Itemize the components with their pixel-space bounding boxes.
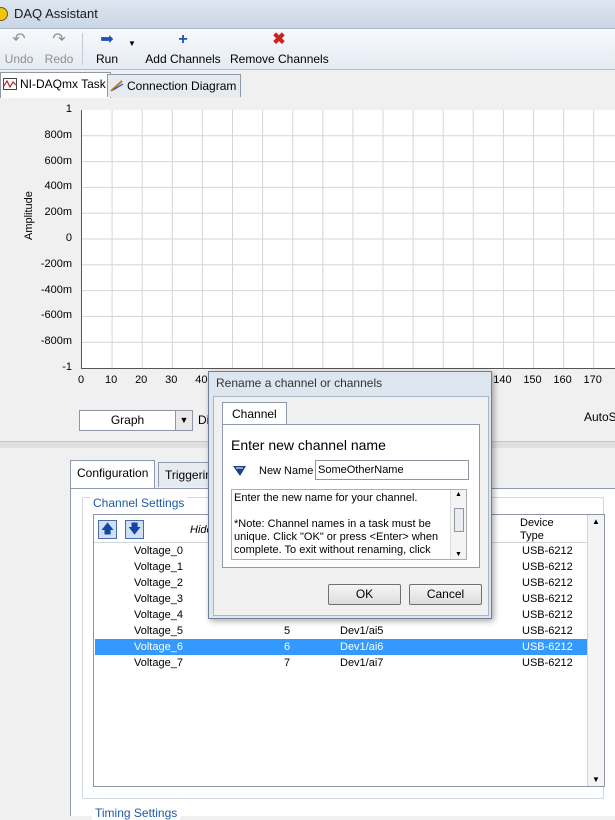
y-tick-label: 1 bbox=[65, 103, 72, 115]
device-type-cell: USB-6212 bbox=[522, 609, 573, 621]
x-tick-label: 30 bbox=[165, 374, 178, 386]
graph-gridlines bbox=[82, 110, 615, 368]
tab-connection-diagram[interactable]: Connection Diagram bbox=[107, 74, 242, 97]
device-type-cell: USB-6212 bbox=[522, 545, 573, 557]
y-tick-label: 600m bbox=[44, 154, 72, 167]
channel-name-cell: Voltage_2 bbox=[134, 577, 183, 589]
new-name-input[interactable]: SomeOtherName bbox=[315, 460, 469, 480]
window-title: DAQ Assistant bbox=[14, 6, 98, 21]
channel-row[interactable]: Voltage_6 6 Dev1/ai6 USB-6212 bbox=[95, 639, 587, 655]
scroll-up-icon[interactable]: ▲ bbox=[451, 491, 466, 498]
redo-icon: ↷ bbox=[52, 31, 66, 48]
y-tick-label: -1 bbox=[62, 361, 72, 373]
device-type-cell: USB-6212 bbox=[522, 641, 573, 653]
y-tick-label: -200m bbox=[40, 257, 72, 270]
x-tick-label: 20 bbox=[135, 374, 148, 386]
channel-number-cell: 6 bbox=[284, 641, 291, 653]
channel-name-cell: Voltage_0 bbox=[134, 545, 183, 557]
channel-name-cell: Voltage_4 bbox=[134, 609, 183, 621]
y-tick-label: 800m bbox=[44, 128, 72, 141]
ok-button[interactable]: OK bbox=[328, 584, 401, 605]
channel-name-cell: Voltage_5 bbox=[134, 625, 183, 637]
timing-settings-caption: Timing Settings bbox=[92, 806, 181, 820]
title-bar: DAQ Assistant bbox=[0, 0, 615, 29]
device-type-cell: USB-6212 bbox=[522, 593, 573, 605]
redo-button[interactable]: ↷ Redo bbox=[42, 31, 76, 66]
toolbar-separator bbox=[82, 33, 83, 65]
scroll-down-icon[interactable]: ▼ bbox=[451, 551, 466, 558]
scroll-up-icon[interactable]: ▲ bbox=[588, 517, 604, 526]
device-type-cell: USB-6212 bbox=[522, 657, 573, 669]
remove-x-icon: ✖ bbox=[272, 31, 286, 48]
chevron-down-icon: ▼ bbox=[128, 39, 136, 48]
y-tick-label: -400m bbox=[40, 283, 72, 296]
run-arrow-icon: ➡ bbox=[100, 31, 114, 48]
app-icon bbox=[0, 7, 8, 21]
physical-channel-cell: Dev1/ai5 bbox=[340, 625, 384, 637]
cancel-button[interactable]: Cancel bbox=[409, 584, 482, 605]
channel-name-cell: Voltage_3 bbox=[134, 593, 183, 605]
dialog-heading: Enter new channel name bbox=[231, 437, 386, 453]
description-scrollbar[interactable]: ▲ ▼ bbox=[450, 490, 466, 559]
channel-table-scrollbar[interactable]: ▲ ▼ bbox=[587, 515, 604, 786]
y-axis-label: Amplitude bbox=[23, 191, 35, 240]
x-tick-label: 150 bbox=[523, 374, 542, 386]
y-tick-label: -800m bbox=[40, 335, 72, 348]
new-name-label: New Name bbox=[259, 465, 314, 477]
remove-channels-button[interactable]: ✖ Remove Channels bbox=[230, 31, 329, 66]
task-icon bbox=[3, 78, 17, 90]
dialog-description-text: Enter the new name for your channel. *No… bbox=[234, 492, 439, 556]
channel-name-cell: Voltage_6 bbox=[134, 641, 183, 653]
channel-number-cell: 5 bbox=[284, 625, 291, 637]
dialog-title[interactable]: Rename a channel or channels bbox=[209, 372, 498, 394]
add-channels-button[interactable]: + Add Channels bbox=[145, 31, 221, 66]
channel-row[interactable]: Voltage_7 7 Dev1/ai7 USB-6212 bbox=[95, 655, 587, 671]
x-tick-label: 10 bbox=[104, 374, 118, 386]
channel-name-cell: Voltage_1 bbox=[134, 561, 183, 573]
physical-channel-cell: Dev1/ai7 bbox=[340, 657, 384, 669]
rename-channel-dialog: Rename a channel or channels Channel Ent… bbox=[208, 371, 492, 619]
dialog-description-box: Enter the new name for your channel. *No… bbox=[231, 489, 467, 560]
tab-configuration[interactable]: Configuration bbox=[70, 460, 156, 488]
run-dropdown-button[interactable]: ▼ bbox=[126, 39, 138, 48]
channel-row[interactable]: Voltage_5 5 Dev1/ai5 USB-6212 bbox=[95, 623, 587, 639]
x-tick-label: 170 bbox=[583, 374, 602, 386]
waveform-graph-plot-area[interactable] bbox=[81, 110, 615, 369]
device-type-cell: USB-6212 bbox=[522, 625, 573, 637]
x-tick-label: 0 bbox=[77, 374, 85, 386]
arrow-up-icon: 🡅 bbox=[100, 521, 115, 536]
x-tick-label: 160 bbox=[553, 374, 572, 386]
channel-name-icon bbox=[233, 466, 246, 476]
undo-icon: ↶ bbox=[12, 31, 26, 48]
tab-channel[interactable]: Channel bbox=[222, 402, 287, 425]
arrow-down-icon: 🡇 bbox=[127, 521, 142, 536]
device-type-cell: USB-6212 bbox=[522, 561, 573, 573]
channel-name-cell: Voltage_7 bbox=[134, 657, 183, 669]
physical-channel-cell: Dev1/ai6 bbox=[340, 641, 384, 653]
move-down-button[interactable]: 🡇 bbox=[125, 520, 144, 539]
tab-nidaqmx-task[interactable]: NI-DAQmx Task bbox=[0, 72, 111, 98]
channel-tab-panel: Enter new channel name New Name SomeOthe… bbox=[222, 424, 480, 568]
run-button[interactable]: ➡ Run bbox=[92, 31, 122, 66]
device-type-column-header[interactable]: Device Type bbox=[520, 517, 554, 543]
y-tick-label: 400m bbox=[44, 180, 72, 193]
scroll-thumb[interactable] bbox=[454, 508, 464, 532]
move-up-button[interactable]: 🡅 bbox=[98, 520, 117, 539]
connection-diagram-icon bbox=[110, 80, 124, 92]
scroll-down-icon[interactable]: ▼ bbox=[588, 775, 604, 784]
channel-number-cell: 7 bbox=[284, 657, 291, 669]
y-tick-label: 0 bbox=[65, 232, 72, 244]
toolbar: ↶ Undo ↷ Redo ➡ Run ▼ + Add Channels ✖ R… bbox=[0, 29, 615, 70]
device-type-cell: USB-6212 bbox=[522, 577, 573, 589]
y-tick-label: -600m bbox=[40, 309, 72, 322]
dialog-body: Channel Enter new channel name New Name … bbox=[213, 396, 489, 616]
y-tick-label: 200m bbox=[44, 206, 72, 219]
chevron-down-icon: ▼ bbox=[175, 411, 192, 430]
autoscale-label: AutoSc bbox=[584, 410, 615, 424]
main-tab-bar: NI-DAQmx Task Connection Diagram bbox=[0, 70, 615, 99]
plus-icon: + bbox=[178, 31, 188, 48]
undo-button[interactable]: ↶ Undo bbox=[4, 31, 34, 66]
graph-display-select[interactable]: Graph ▼ bbox=[79, 410, 193, 431]
channel-settings-caption: Channel Settings bbox=[90, 496, 188, 510]
